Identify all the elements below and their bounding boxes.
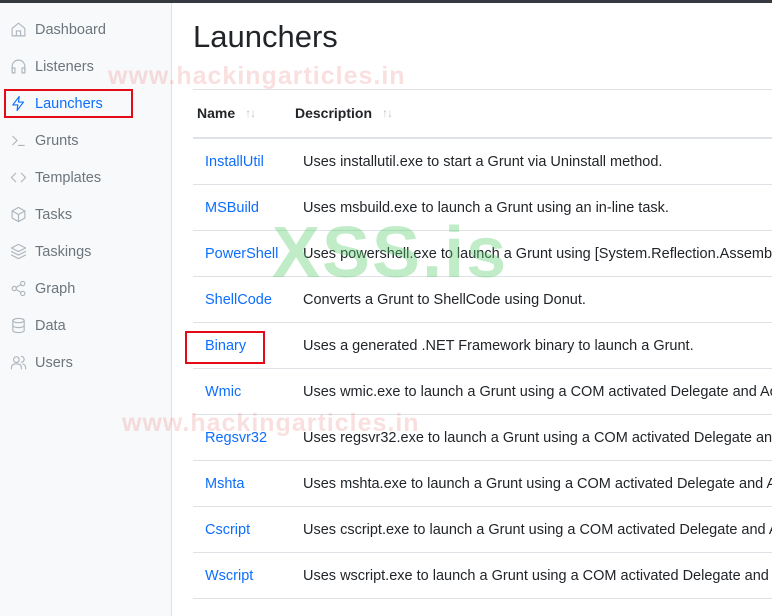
sort-icon[interactable]: ↑↓ xyxy=(382,106,393,120)
sidebar-item-label: Dashboard xyxy=(35,21,106,38)
launcher-link-shellcode[interactable]: ShellCode xyxy=(205,277,272,322)
code-icon xyxy=(9,169,27,187)
layers-icon xyxy=(9,243,27,261)
launcher-description: Uses msbuild.exe to launch a Grunt using… xyxy=(303,199,669,216)
table-row: Regsvr32 Uses regsvr32.exe to launch a G… xyxy=(193,415,772,461)
launcher-link-mshta[interactable]: Mshta xyxy=(205,461,245,506)
sidebar-item-label: Data xyxy=(35,317,66,334)
share-icon xyxy=(9,280,27,298)
home-icon xyxy=(9,21,27,39)
launcher-link-msbuild[interactable]: MSBuild xyxy=(205,185,259,230)
table-row: Binary Uses a generated .NET Framework b… xyxy=(193,323,772,369)
sidebar-item-label: Users xyxy=(35,354,73,371)
database-icon xyxy=(9,317,27,335)
sidebar-item-users[interactable]: Users xyxy=(0,344,171,381)
terminal-icon xyxy=(9,132,27,150)
launcher-description: Uses a generated .NET Framework binary t… xyxy=(303,337,694,354)
main-content: Launchers Name ↑↓ Description ↑↓ Install… xyxy=(173,3,772,616)
launcher-description: Uses regsvr32.exe to launch a Grunt usin… xyxy=(303,429,772,446)
sidebar-item-label: Taskings xyxy=(35,243,92,260)
launcher-link-cscript[interactable]: Cscript xyxy=(205,507,250,552)
sidebar-item-templates[interactable]: Templates xyxy=(0,159,171,196)
launcher-link-powershell[interactable]: PowerShell xyxy=(205,231,278,276)
launcher-description: Uses wmic.exe to launch a Grunt using a … xyxy=(303,383,772,400)
table-row: Cscript Uses cscript.exe to launch a Gru… xyxy=(193,507,772,553)
sidebar-item-dashboard[interactable]: Dashboard xyxy=(0,11,171,48)
column-header-name[interactable]: Name ↑↓ xyxy=(197,90,256,136)
sidebar-item-label: Grunts xyxy=(35,132,79,149)
table-header: Name ↑↓ Description ↑↓ xyxy=(193,89,772,139)
headphones-icon xyxy=(9,58,27,76)
launcher-description: Converts a Grunt to ShellCode using Donu… xyxy=(303,291,586,308)
sidebar-item-listeners[interactable]: Listeners xyxy=(0,48,171,85)
column-label: Name xyxy=(197,105,236,121)
sidebar-item-tasks[interactable]: Tasks xyxy=(0,196,171,233)
launcher-description: Uses cscript.exe to launch a Grunt using… xyxy=(303,521,772,538)
table-row: Mshta Uses mshta.exe to launch a Grunt u… xyxy=(193,461,772,507)
sort-icon[interactable]: ↑↓ xyxy=(245,106,256,120)
sidebar-item-data[interactable]: Data xyxy=(0,307,171,344)
sidebar-item-label: Graph xyxy=(35,280,76,297)
table-row: InstallUtil Uses installutil.exe to star… xyxy=(193,139,772,185)
sidebar-item-label: Templates xyxy=(35,169,102,186)
launcher-link-wmic[interactable]: Wmic xyxy=(205,369,241,414)
page-title: Launchers xyxy=(193,19,338,54)
sidebar-item-taskings[interactable]: Taskings xyxy=(0,233,171,270)
launcher-description: Uses installutil.exe to start a Grunt vi… xyxy=(303,153,663,170)
users-icon xyxy=(9,354,27,372)
launcher-description: Uses wscript.exe to launch a Grunt using… xyxy=(303,567,772,584)
launcher-link-binary[interactable]: Binary xyxy=(205,323,246,368)
lightning-icon xyxy=(9,95,27,113)
box-icon xyxy=(9,206,27,224)
launcher-description: Uses powershell.exe to launch a Grunt us… xyxy=(303,245,772,262)
column-label: Description xyxy=(295,105,373,121)
sidebar-item-grunts[interactable]: Grunts xyxy=(0,122,171,159)
sidebar-item-label: Tasks xyxy=(35,206,73,223)
launcher-link-installutil[interactable]: InstallUtil xyxy=(205,139,264,184)
table-row: MSBuild Uses msbuild.exe to launch a Gru… xyxy=(193,185,772,231)
table-row: Wmic Uses wmic.exe to launch a Grunt usi… xyxy=(193,369,772,415)
sidebar-item-label: Listeners xyxy=(35,58,94,75)
table-row: Wscript Uses wscript.exe to launch a Gru… xyxy=(193,553,772,599)
launcher-link-wscript[interactable]: Wscript xyxy=(205,553,253,598)
table-row: PowerShell Uses powershell.exe to launch… xyxy=(193,231,772,277)
sidebar-item-graph[interactable]: Graph xyxy=(0,270,171,307)
launchers-table: Name ↑↓ Description ↑↓ InstallUtil Uses … xyxy=(193,89,772,599)
sidebar: Dashboard Listeners Launchers Grunts Tem… xyxy=(0,3,172,616)
sidebar-item-label: Launchers xyxy=(35,95,103,112)
launcher-description: Uses mshta.exe to launch a Grunt using a… xyxy=(303,475,772,492)
sidebar-item-launchers[interactable]: Launchers xyxy=(0,85,171,122)
column-header-description[interactable]: Description ↑↓ xyxy=(295,90,393,136)
table-row: ShellCode Converts a Grunt to ShellCode … xyxy=(193,277,772,323)
launcher-link-regsvr32[interactable]: Regsvr32 xyxy=(205,415,267,460)
